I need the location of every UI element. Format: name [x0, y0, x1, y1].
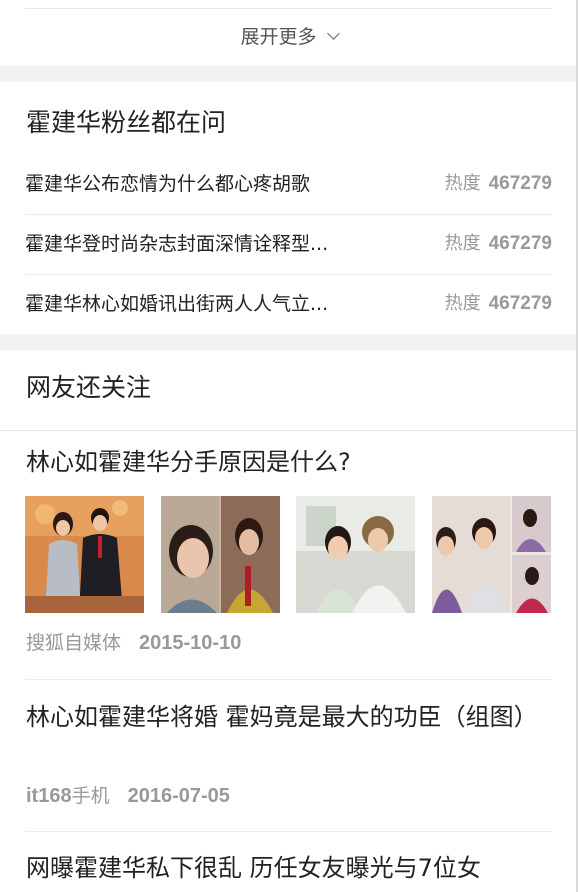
article-meta: it168手机 2016-07-05	[26, 783, 230, 809]
photo-couple-red-carpet	[25, 496, 144, 613]
heat-value: 467279	[488, 233, 552, 254]
article-title[interactable]: 林心如霍建华将婚 霍妈竟是最大的功臣（组图）	[26, 697, 552, 737]
heat-value: 467279	[488, 293, 552, 314]
article-meta: 搜狐自媒体 2015-10-10	[26, 630, 241, 656]
expand-more-button[interactable]: 展开更多	[0, 22, 578, 52]
fans-ask-item[interactable]: 霍建华林心如婚讯出街两人人气立... 热度 467279	[25, 274, 552, 334]
article-thumbnail[interactable]	[25, 496, 144, 613]
article-source: 搜狐自媒体	[26, 632, 122, 654]
article-date: 2016-07-05	[127, 785, 230, 807]
fans-ask-item[interactable]: 霍建华登时尚杂志封面深情诠释型... 热度 467279	[25, 214, 552, 275]
also-follow-section	[0, 350, 578, 892]
heat-label: 热度	[444, 173, 481, 194]
heat-indicator: 热度 467279	[445, 154, 552, 214]
fans-ask-question: 霍建华林心如婚讯出街两人人气立...	[25, 293, 329, 315]
fans-ask-question: 霍建华公布恋情为什么都心疼胡歌	[25, 173, 311, 195]
fans-ask-item[interactable]: 霍建华公布恋情为什么都心疼胡歌 热度 467279	[25, 154, 552, 215]
heat-label: 热度	[444, 293, 481, 314]
heat-indicator: 热度 467279	[445, 274, 552, 334]
fans-ask-title: 霍建华粉丝都在问	[26, 108, 227, 137]
expand-more-label: 展开更多	[240, 26, 317, 48]
article-title[interactable]: 网曝霍建华私下很乱 历任女友曝光与7位女	[26, 848, 481, 888]
divider	[0, 430, 578, 431]
article-date: 2015-10-10	[139, 632, 242, 654]
chevron-down-icon	[326, 27, 340, 40]
divider	[25, 831, 552, 832]
photo-collage	[161, 496, 280, 613]
heat-label: 热度	[444, 233, 481, 254]
article-title[interactable]: 林心如霍建华分手原因是什么?	[26, 442, 552, 482]
also-follow-title: 网友还关注	[26, 373, 152, 402]
article-source-brand: it168	[26, 785, 72, 807]
heat-indicator: 热度 467279	[445, 214, 552, 274]
article-thumbnail[interactable]	[432, 496, 551, 613]
expand-more-section: 展开更多	[0, 0, 578, 66]
article-source: 手机	[71, 785, 110, 807]
photo-collage-panels	[432, 496, 551, 613]
article-thumbnail[interactable]	[296, 496, 415, 613]
divider	[25, 679, 552, 680]
article-thumbnail[interactable]	[161, 496, 280, 613]
fans-ask-question: 霍建华登时尚杂志封面深情诠释型...	[25, 233, 329, 255]
photo-couple-smiling	[296, 496, 415, 613]
divider	[25, 8, 552, 9]
heat-value: 467279	[488, 173, 552, 194]
